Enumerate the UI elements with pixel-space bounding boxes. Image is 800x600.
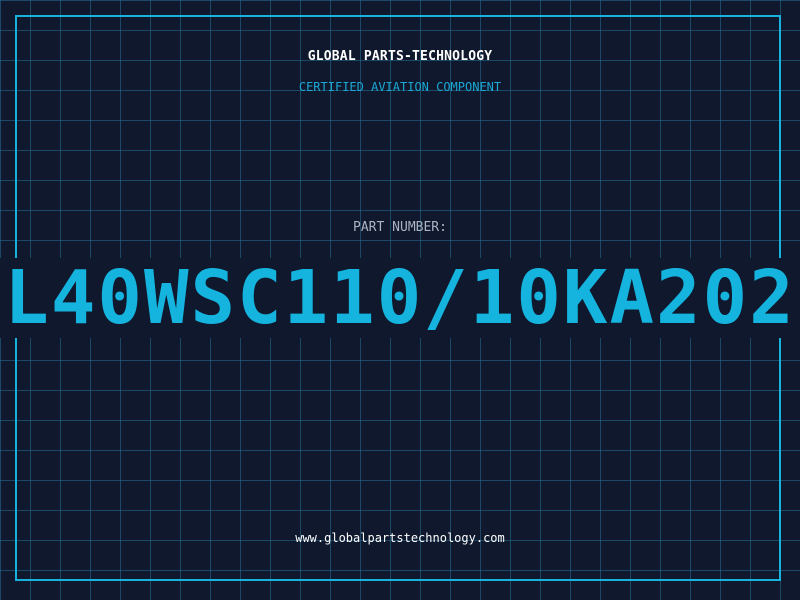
part-number-value: PL40WSC110/10KA2020	[0, 258, 800, 338]
company-name: GLOBAL PARTS-TECHNOLOGY	[307, 49, 493, 64]
certification-subtitle: CERTIFIED AVIATION COMPONENT	[298, 80, 502, 94]
part-number-band: PL40WSC110/10KA2020	[0, 258, 800, 338]
website-url: www.globalpartstechnology.com	[295, 531, 505, 545]
part-number-label: PART NUMBER:	[353, 220, 447, 235]
certificate-canvas: GLOBAL PARTS-TECHNOLOGY CERTIFIED AVIATI…	[0, 0, 800, 600]
